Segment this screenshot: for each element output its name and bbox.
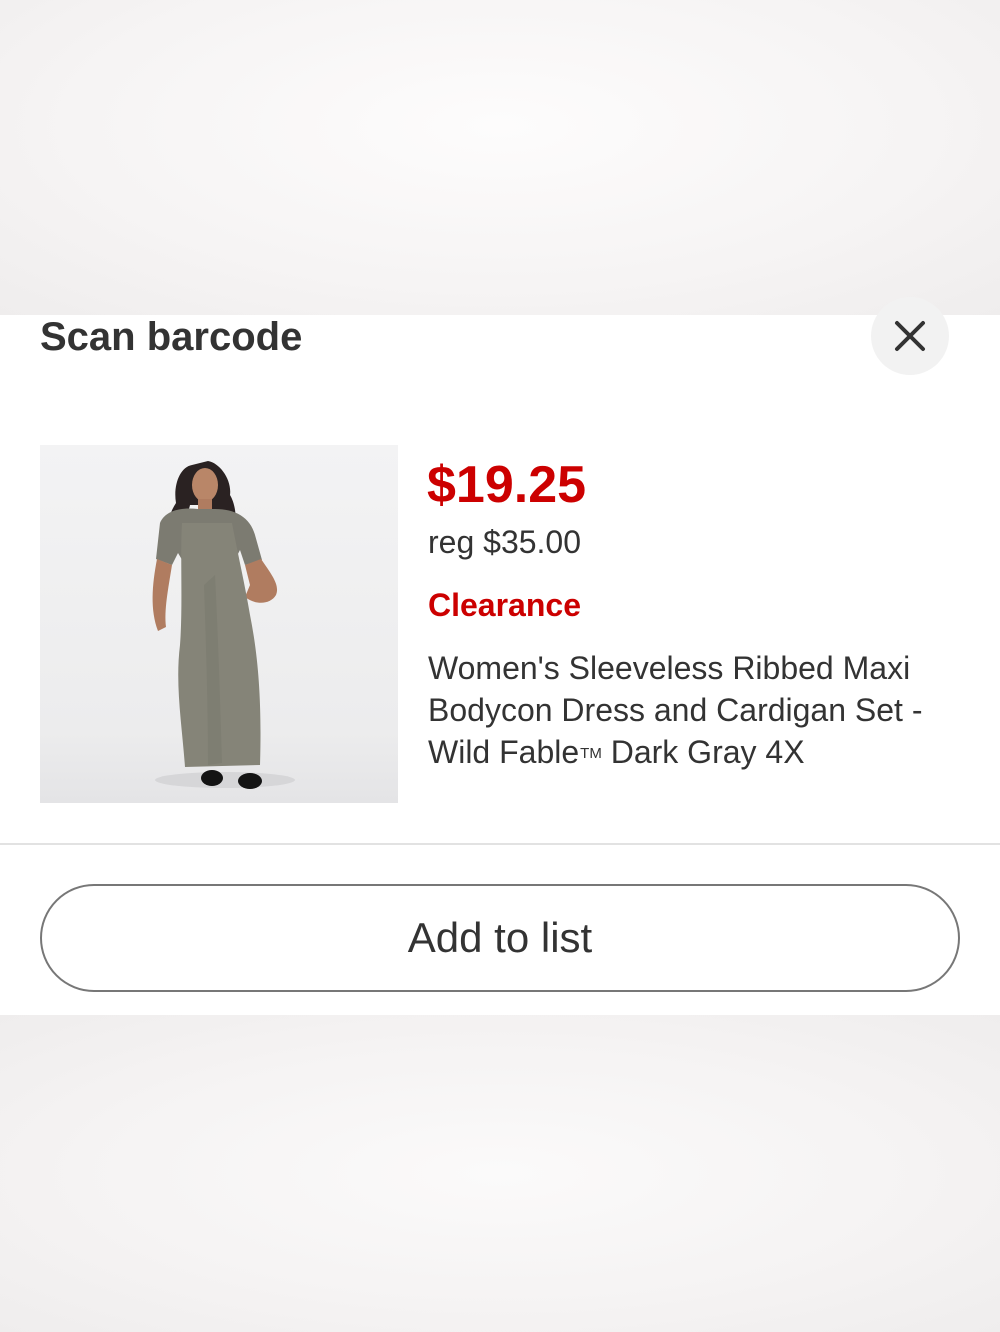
close-icon <box>895 321 925 351</box>
product-variant-text: Dark Gray 4X <box>601 734 805 770</box>
trademark-mark: TM <box>580 745 602 762</box>
clearance-badge: Clearance <box>428 587 581 623</box>
sale-price: $19.25 <box>427 456 587 514</box>
add-to-list-button[interactable]: Add to list <box>40 884 960 992</box>
close-button[interactable] <box>871 297 949 375</box>
product-image[interactable] <box>40 445 398 803</box>
product-photo <box>152 461 295 789</box>
regular-price: reg $35.00 <box>428 524 582 560</box>
product-title[interactable]: Women's Sleeveless Ribbed Maxi Bodycon D… <box>428 647 988 775</box>
add-to-list-label: Add to list <box>407 914 593 961</box>
sheet-title: Scan barcode <box>40 315 303 359</box>
blurred-camera-backdrop-bottom <box>0 1015 1000 1332</box>
blurred-camera-backdrop-top <box>0 0 1000 315</box>
divider <box>0 843 1000 845</box>
scan-result-sheet: Scan barcode $19.25 reg $35.00 Clearance… <box>0 297 1000 1015</box>
